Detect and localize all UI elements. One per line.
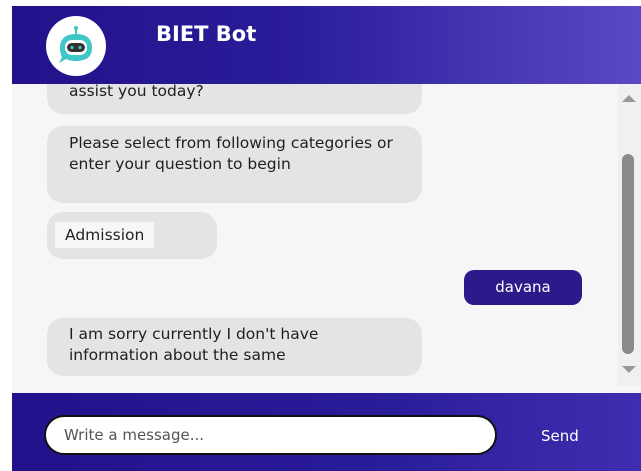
- chat-widget: BIET Bot assist you today? Please select…: [12, 6, 641, 471]
- composer-bar: Send: [12, 393, 641, 471]
- bot-message: Admission: [47, 212, 217, 259]
- scrollbar[interactable]: [618, 84, 641, 386]
- chat-header: BIET Bot: [12, 6, 641, 84]
- message-text: assist you today?: [69, 84, 204, 100]
- robot-icon: [59, 26, 92, 63]
- bot-name: BIET Bot: [156, 22, 257, 46]
- scroll-down-icon[interactable]: [622, 366, 636, 373]
- bot-avatar: [46, 16, 106, 76]
- bot-message: assist you today?: [47, 84, 422, 114]
- message-text: I am sorry currently I don't have inform…: [69, 325, 319, 364]
- message-input[interactable]: [44, 415, 497, 455]
- scrollbar-thumb[interactable]: [622, 154, 634, 354]
- admission-category-button[interactable]: Admission: [55, 222, 155, 248]
- message-list[interactable]: assist you today? Please select from fol…: [12, 84, 616, 386]
- scroll-up-icon[interactable]: [622, 95, 636, 102]
- message-text: davana: [495, 278, 551, 296]
- message-text: Please select from following categories …: [69, 134, 393, 173]
- bot-message: Please select from following categories …: [47, 126, 422, 203]
- send-button[interactable]: Send: [535, 425, 585, 447]
- bot-message: I am sorry currently I don't have inform…: [47, 318, 422, 376]
- user-message: davana: [464, 270, 582, 305]
